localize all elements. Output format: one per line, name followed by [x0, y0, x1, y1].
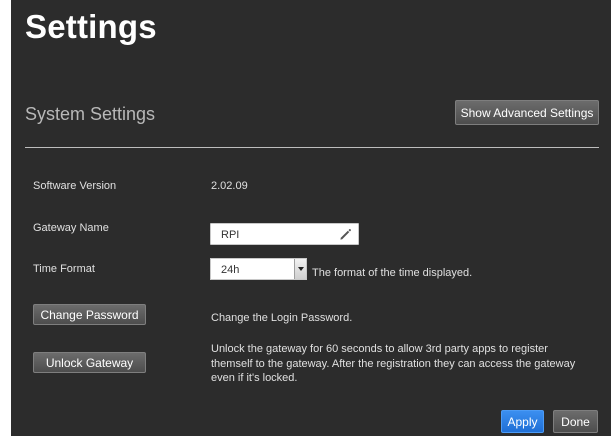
change-password-description: Change the Login Password.: [211, 312, 353, 324]
time-format-selected: 24h: [221, 264, 240, 276]
apply-button[interactable]: Apply: [501, 410, 544, 433]
gateway-name-value: RPI: [221, 229, 240, 241]
time-format-label: Time Format: [33, 263, 95, 275]
time-format-select[interactable]: 24h: [210, 258, 307, 280]
software-version-label: Software Version: [33, 180, 117, 192]
unlock-gateway-description-line: even if it's locked.: [211, 372, 298, 384]
section-title: System Settings: [25, 104, 156, 124]
gateway-name-field[interactable]: RPI: [210, 223, 359, 245]
unlock-gateway-description-line: themself to the gateway. After the regis…: [211, 357, 576, 370]
done-button[interactable]: Done: [553, 410, 598, 433]
settings-panel: Settings System Settings Show Advanced S…: [11, 0, 611, 436]
gateway-name-label: Gateway Name: [33, 222, 109, 234]
time-format-description: The format of the time displayed.: [312, 267, 473, 279]
page-title: Settings: [25, 8, 157, 45]
unlock-gateway-description: Unlock the gateway for 60 seconds to all…: [211, 342, 575, 386]
unlock-gateway-description-line: Unlock the gateway for 60 seconds to all…: [211, 343, 548, 355]
software-version-value: 2.02.09: [211, 180, 248, 192]
dropdown-arrow-icon[interactable]: [294, 259, 306, 279]
change-password-button[interactable]: Change Password: [33, 304, 146, 325]
unlock-gateway-button[interactable]: Unlock Gateway: [33, 352, 146, 373]
section-divider: [25, 147, 599, 148]
show-advanced-settings-button[interactable]: Show Advanced Settings: [455, 100, 599, 125]
pencil-icon[interactable]: [338, 227, 353, 242]
